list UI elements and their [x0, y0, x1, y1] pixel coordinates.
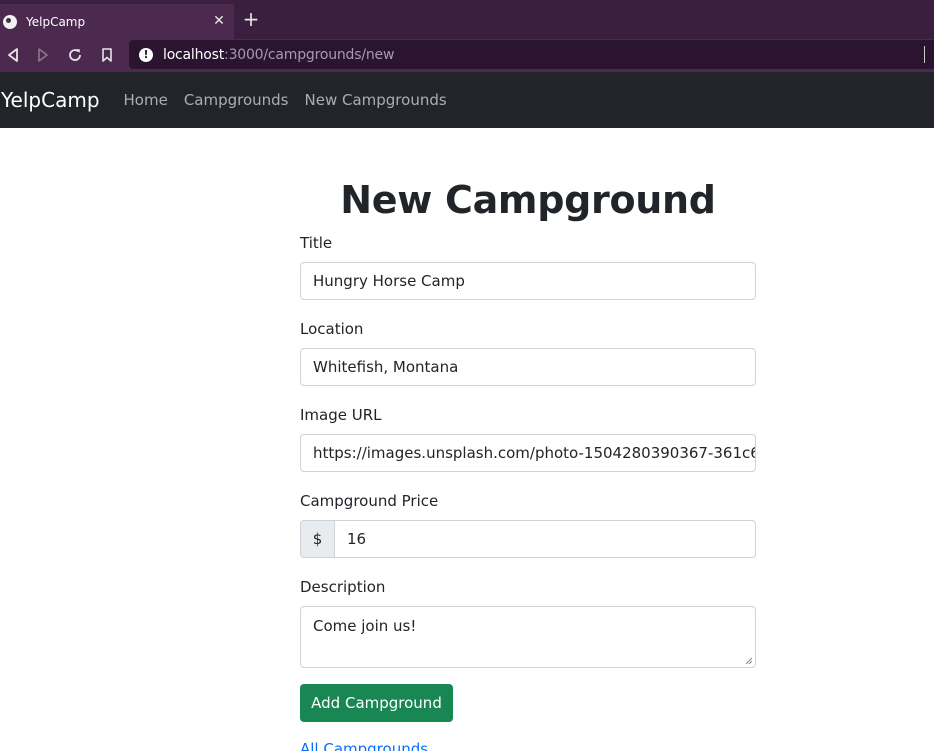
description-textarea[interactable]: Come join us!: [300, 606, 756, 668]
url-path: :3000/campgrounds/new: [224, 46, 395, 63]
image-url-input[interactable]: https://images.unsplash.com/photo-150428…: [300, 434, 756, 472]
tab-title: YelpCamp: [26, 14, 86, 29]
nav-link-campgrounds[interactable]: Campgrounds: [184, 91, 289, 109]
text-caret: [924, 46, 925, 63]
title-label: Title: [300, 234, 333, 252]
back-icon[interactable]: [3, 45, 23, 65]
image-url-label: Image URL: [300, 406, 382, 424]
browser-tab[interactable]: YelpCamp ✕: [0, 4, 234, 39]
page-title: New Campground: [340, 178, 716, 222]
description-text: Come join us!: [313, 617, 417, 635]
price-input[interactable]: 16: [335, 520, 756, 558]
browser-toolbar: ! localhost:3000/campgrounds/new: [0, 39, 934, 72]
bookmark-icon[interactable]: [97, 45, 117, 65]
add-campground-button[interactable]: Add Campground: [300, 684, 453, 722]
reload-icon[interactable]: [65, 45, 85, 65]
browser-tab-bar: YelpCamp ✕ +: [0, 0, 934, 39]
nav-link-home[interactable]: Home: [124, 91, 168, 109]
close-tab-icon[interactable]: ✕: [210, 12, 228, 30]
all-campgrounds-link[interactable]: All Campgrounds: [300, 740, 428, 751]
site-navbar: YelpCamp Home Campgrounds New Campground…: [0, 72, 934, 128]
new-tab-icon[interactable]: +: [242, 8, 260, 30]
brand-logo[interactable]: YelpCamp: [1, 88, 100, 112]
currency-addon: $: [300, 520, 335, 558]
location-input[interactable]: Whitefish, Montana: [300, 348, 756, 386]
site-info-icon[interactable]: !: [139, 47, 153, 62]
globe-icon: [3, 14, 17, 29]
url-host: localhost: [163, 46, 225, 63]
resize-grip-icon[interactable]: [745, 657, 753, 665]
description-label: Description: [300, 578, 386, 596]
location-label: Location: [300, 320, 364, 338]
nav-link-new-campground[interactable]: New Campgrounds: [305, 91, 447, 109]
price-input-group: $ 16: [300, 520, 756, 558]
title-input[interactable]: Hungry Horse Camp: [300, 262, 756, 300]
price-label: Campground Price: [300, 492, 439, 510]
forward-icon[interactable]: [33, 45, 53, 65]
url-text: localhost:3000/campgrounds/new: [163, 47, 394, 63]
address-bar[interactable]: ! localhost:3000/campgrounds/new: [129, 40, 934, 69]
